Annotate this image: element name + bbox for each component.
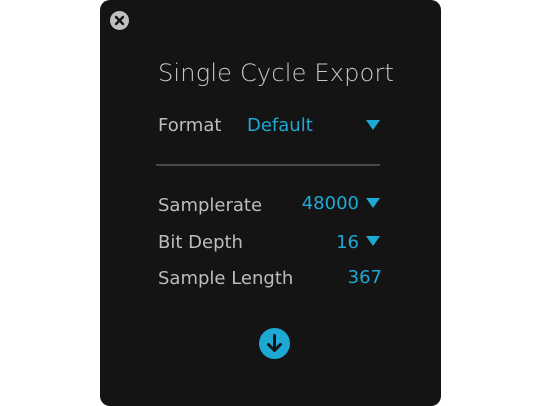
format-label: Format bbox=[158, 115, 222, 136]
samplerate-dropdown-value[interactable]: 48000 bbox=[302, 193, 359, 214]
format-dropdown-value[interactable]: Default bbox=[247, 115, 313, 136]
section-divider bbox=[156, 164, 380, 166]
format-dropdown-icon[interactable] bbox=[366, 120, 380, 130]
close-icon bbox=[114, 15, 125, 26]
samplerate-dropdown-icon[interactable] bbox=[366, 198, 380, 208]
sample-length-label: Sample Length bbox=[158, 268, 294, 289]
bit-depth-label: Bit Depth bbox=[158, 232, 243, 253]
sample-length-value[interactable]: 367 bbox=[348, 267, 382, 288]
dialog-title: Single Cycle Export bbox=[158, 59, 395, 87]
export-dialog: Single Cycle Export Format Default Sampl… bbox=[100, 0, 441, 406]
bit-depth-dropdown-icon[interactable] bbox=[366, 236, 380, 246]
arrow-down-icon bbox=[267, 334, 282, 352]
download-button[interactable] bbox=[259, 328, 290, 359]
close-button[interactable] bbox=[110, 11, 129, 30]
samplerate-label: Samplerate bbox=[158, 195, 263, 216]
bit-depth-dropdown-value[interactable]: 16 bbox=[336, 232, 359, 253]
